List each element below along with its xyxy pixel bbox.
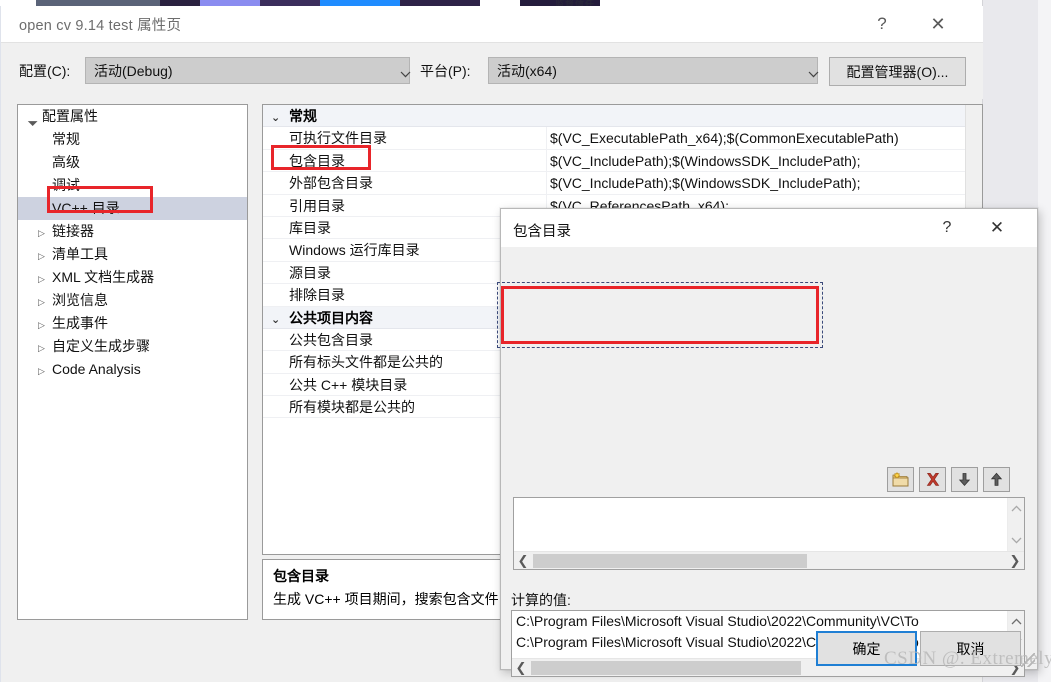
hscroll-thumb[interactable] [533, 554, 807, 568]
annotation-box-editbox [497, 282, 823, 348]
expander-expand-icon[interactable]: ▷ [38, 245, 52, 268]
tree-item-10[interactable]: ▷ 自定义生成步骤 [18, 335, 247, 358]
screen: 监督信任 open cv 9.14 test 属性页 ? ✕ 配置(C): 活动… [0, 0, 1051, 682]
property-name: 所有标头文件都是公共的 [289, 354, 443, 371]
platform-select[interactable]: 活动(x64) [488, 57, 819, 84]
tree-item-7[interactable]: ▷ XML 文档生成器 [18, 266, 247, 289]
property-category-row[interactable]: ⌄ 常规 [263, 105, 982, 129]
scroll-up-icon[interactable] [1008, 613, 1025, 630]
scroll-up-icon[interactable] [1008, 500, 1025, 517]
configuration-manager-button[interactable]: 配置管理器(O)... [829, 57, 966, 86]
help-icon[interactable]: ? [859, 6, 905, 42]
tree-item-label: XML 文档生成器 [52, 269, 155, 285]
property-name: Windows 运行库目录 [289, 242, 420, 259]
property-name: 所有模块都是公共的 [289, 399, 415, 416]
desktop-right-backdrop-edge [1038, 0, 1051, 682]
configuration-select[interactable]: 活动(Debug) [85, 57, 411, 84]
property-name: 源目录 [289, 264, 331, 281]
ok-button[interactable]: 确定 [816, 631, 917, 666]
directories-list-box[interactable]: ❮ ❯ [513, 497, 1025, 570]
property-column-splitter[interactable] [546, 149, 547, 172]
property-name: 可执行文件目录 [289, 130, 387, 147]
property-column-splitter[interactable] [546, 172, 547, 194]
property-name: 库目录 [289, 219, 331, 236]
property-row[interactable]: 包含目录 $(VC_IncludePath);$(WindowsSDK_Inclu… [263, 149, 982, 173]
property-value[interactable]: $(VC_IncludePath);$(WindowsSDK_IncludePa… [550, 150, 861, 172]
expander-expand-icon[interactable]: ▷ [38, 360, 52, 383]
property-name: 外部包含目录 [289, 175, 373, 192]
tree-item-1[interactable]: 常规 [18, 128, 247, 151]
tree-item-8[interactable]: ▷ 浏览信息 [18, 289, 247, 312]
property-name: 排除目录 [289, 287, 345, 304]
tree-item-label: Code Analysis [52, 361, 141, 377]
dialog-title: 包含目录 [513, 224, 571, 240]
tree-item-4[interactable]: VC++ 目录 [18, 197, 247, 220]
move-up-icon[interactable] [983, 467, 1010, 492]
tree-item-label: 浏览信息 [52, 292, 108, 308]
tree-item-label: 自定义生成步骤 [52, 338, 150, 354]
tree-item-6[interactable]: ▷ 清单工具 [18, 243, 247, 266]
directories-list-hscrollbar[interactable]: ❮ ❯ [514, 551, 1024, 569]
evaluated-value-line[interactable]: C:\Program Files\Microsoft Visual Studio… [512, 611, 1006, 632]
property-row[interactable]: 外部包含目录 $(VC_IncludePath);$(WindowsSDK_Inc… [263, 172, 982, 195]
expander-expand-icon[interactable]: ▷ [38, 268, 52, 291]
chevron-down-icon[interactable]: ⌄ [271, 309, 289, 331]
page-title: open cv 9.14 test 属性页 [19, 18, 182, 34]
expander-expand-icon[interactable]: ▷ [38, 222, 52, 245]
tree-item-9[interactable]: ▷ 生成事件 [18, 312, 247, 335]
resize-grip[interactable] [1021, 653, 1035, 667]
property-category-label: 常规 [289, 108, 317, 124]
property-row[interactable]: 可执行文件目录 $(VC_ExecutablePath_x64);$(Common… [263, 127, 982, 150]
tree-item-label: 配置属性 [42, 108, 98, 124]
include-directories-dialog: 包含目录 ? ✕ ❮ ❯ 计算的值: C:\Program Files\Micr… [500, 208, 1038, 677]
window-titlebar: open cv 9.14 test 属性页 ? ✕ [1, 6, 983, 42]
dialog-close-icon[interactable]: ✕ [977, 209, 1017, 247]
chevron-down-icon[interactable]: ⌄ [271, 107, 289, 129]
scroll-down-icon[interactable] [1008, 532, 1025, 549]
property-column-splitter[interactable] [546, 127, 547, 149]
configuration-value: 活动(Debug) [94, 62, 173, 79]
expander-expand-icon[interactable]: ▷ [38, 314, 52, 337]
scroll-left-icon[interactable]: ❮ [512, 659, 530, 677]
tree-item-label: 生成事件 [52, 315, 108, 331]
property-name: 引用目录 [289, 197, 345, 214]
property-name: 公共 C++ 模块目录 [289, 376, 408, 393]
cancel-button[interactable]: 取消 [920, 631, 1021, 666]
tree-item-label: 常规 [52, 131, 80, 147]
property-name: 包含目录 [289, 152, 345, 169]
new-folder-icon[interactable] [887, 467, 914, 492]
expander-expand-icon[interactable]: ▷ [38, 291, 52, 314]
platform-label: 平台(P): [420, 63, 471, 79]
configuration-label: 配置(C): [19, 63, 71, 79]
close-icon[interactable]: ✕ [915, 6, 961, 42]
tree-item-label: VC++ 目录 [52, 200, 120, 216]
property-category-label: 公共项目内容 [289, 309, 373, 326]
platform-value: 活动(x64) [497, 62, 557, 79]
tree-item-label: 高级 [52, 154, 80, 170]
move-down-icon[interactable] [951, 467, 978, 492]
dialog-titlebar: 包含目录 ? ✕ [501, 209, 1037, 247]
configuration-bar: 配置(C): 活动(Debug) 平台(P): 活动(x64) 配置管理器(O)… [1, 43, 983, 99]
tree-item-2[interactable]: 高级 [18, 151, 247, 174]
configuration-tree[interactable]: ◣ 配置属性 常规 高级 调试 VC++ 目录 ▷ 链接器 ▷ 清单工具 ▷ XML 文档生成器 ▷ 浏览… [17, 104, 248, 620]
evaluated-label: 计算的值: [511, 592, 571, 608]
tree-item-label: 清单工具 [52, 246, 108, 262]
tree-item-5[interactable]: ▷ 链接器 [18, 220, 247, 243]
scroll-left-icon[interactable]: ❮ [514, 552, 532, 570]
scroll-right-icon[interactable]: ❯ [1006, 552, 1024, 570]
tree-item-11[interactable]: ▷ Code Analysis [18, 358, 247, 381]
property-value[interactable]: $(VC_IncludePath);$(WindowsSDK_IncludePa… [550, 172, 861, 194]
delete-icon[interactable] [919, 467, 946, 492]
tree-item-label: 调试 [52, 177, 80, 193]
tree-item-0[interactable]: ◣ 配置属性 [18, 105, 247, 128]
tree-item-3[interactable]: 调试 [18, 174, 247, 197]
property-value[interactable]: $(VC_ExecutablePath_x64);$(CommonExecuta… [550, 127, 899, 149]
expander-expand-icon[interactable]: ▷ [38, 337, 52, 360]
tree-item-label: 链接器 [52, 223, 94, 239]
dialog-help-icon[interactable]: ? [927, 209, 967, 247]
property-name: 公共包含目录 [289, 331, 373, 348]
hscroll-thumb[interactable] [531, 661, 801, 675]
